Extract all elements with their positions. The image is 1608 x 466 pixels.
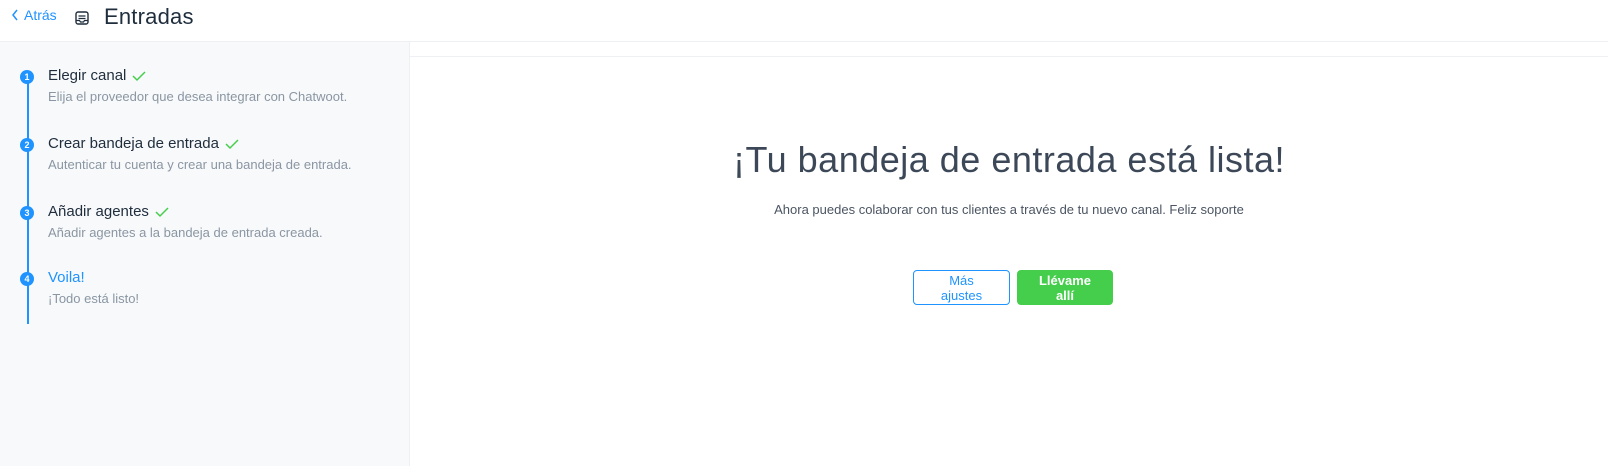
- check-icon: [155, 206, 169, 217]
- step-title: Elegir canal: [48, 67, 127, 84]
- step-title-container: Crear bandeja de entrada: [48, 135, 239, 152]
- inbox-icon: [75, 11, 89, 25]
- step-title-container: Voila!: [48, 269, 85, 286]
- back-button[interactable]: Atrás: [10, 7, 57, 23]
- wizard-steps-sidebar: 1 Elegir canal Elija el proveedor que de…: [0, 42, 410, 466]
- step-title: Voila!: [48, 269, 85, 286]
- step-title: Añadir agentes: [48, 203, 149, 220]
- step-progress-line: [27, 78, 29, 324]
- step-number: 2: [20, 138, 34, 152]
- step-number: 1: [20, 70, 34, 84]
- step-description: ¡Todo está listo!: [48, 291, 140, 306]
- take-me-there-button[interactable]: Llévame allí: [1017, 270, 1113, 305]
- page-header: Atrás Entradas: [0, 0, 1608, 42]
- page-title: Entradas: [104, 4, 194, 29]
- success-title: ¡Tu bandeja de entrada está lista!: [732, 139, 1285, 180]
- step-number: 3: [20, 206, 34, 220]
- step-title-container: Añadir agentes: [48, 203, 169, 220]
- inbox-ready-panel: ¡Tu bandeja de entrada está lista! Ahora…: [410, 56, 1608, 466]
- action-buttons: Más ajustes Llévame allí: [913, 270, 1113, 305]
- step-description: Añadir agentes a la bandeja de entrada c…: [48, 225, 323, 240]
- check-icon: [225, 138, 239, 149]
- success-subtitle: Ahora puedes colaborar con tus clientes …: [774, 202, 1244, 217]
- step-description: Autenticar tu cuenta y crear una bandeja…: [48, 157, 352, 172]
- step-description: Elija el proveedor que desea integrar co…: [48, 89, 348, 104]
- step-number: 4: [20, 272, 34, 286]
- back-label: Atrás: [24, 7, 57, 23]
- chevron-left-icon: [12, 9, 18, 21]
- step-title: Crear bandeja de entrada: [48, 135, 219, 152]
- more-settings-button[interactable]: Más ajustes: [913, 270, 1010, 305]
- check-icon: [132, 70, 146, 81]
- step-title-container: Elegir canal: [48, 67, 146, 84]
